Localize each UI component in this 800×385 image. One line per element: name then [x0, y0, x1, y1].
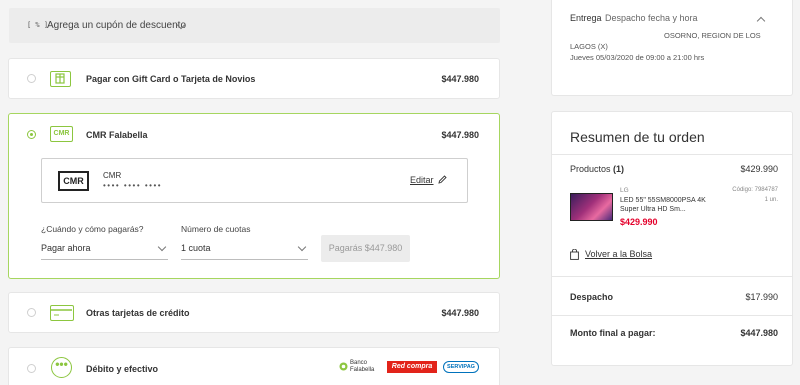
coupon-bar[interactable]: [ % ] Agrega un cupón de descuento — [9, 8, 500, 43]
product-code: Código: 7984787 — [732, 187, 778, 193]
products-label: Productos — [570, 164, 611, 174]
radio-giftcard[interactable] — [27, 74, 36, 83]
delivery-address-line1: OSORNO, REGION DE LOS — [664, 31, 761, 40]
credit-card-icon — [50, 305, 74, 321]
saved-card: CMR CMR •••• •••• •••• Editar — [41, 158, 468, 203]
servipag-logo: SERVIPAG — [443, 361, 479, 373]
banco-falabella-logo: Banco Falabella — [339, 360, 381, 376]
giftcard-price: $447.980 — [441, 74, 479, 84]
cmr-label: CMR Falabella — [86, 130, 148, 140]
bag-icon — [570, 248, 579, 262]
pay-button[interactable]: Pagarás $447.980 — [321, 235, 410, 262]
giftcard-label: Pagar con Gift Card o Tarjeta de Novios — [86, 74, 256, 84]
cmr-price: $447.980 — [441, 130, 479, 140]
delivery-card: Entrega Despacho fecha y hora OSORNO, RE… — [551, 0, 793, 96]
delivery-schedule: Jueves 05/03/2020 de 09:00 a 21:00 hrs — [570, 53, 705, 62]
coupon-label: Agrega un cupón de descuento — [47, 20, 186, 31]
radio-credit[interactable] — [27, 308, 36, 317]
summary-title: Resumen de tu orden — [570, 129, 705, 145]
divider — [552, 154, 792, 155]
chevron-down-icon — [297, 242, 307, 252]
shipping-value: $17.990 — [745, 292, 778, 302]
delivery-address-line2: LAGOS (X) — [570, 42, 608, 51]
chevron-up-icon[interactable] — [756, 16, 766, 26]
redcompra-logo: Red compra — [387, 361, 437, 373]
payment-option-cmr[interactable]: CMR CMR Falabella $447.980 CMR CMR •••• … — [8, 113, 500, 279]
shipping-label: Despacho — [570, 292, 614, 302]
divider — [552, 276, 792, 277]
final-amount-label: Monto final a pagar: — [570, 328, 656, 338]
banco-logo-text: Banco — [350, 360, 368, 366]
debit-label: Débito y efectivo — [86, 364, 159, 374]
when-label: ¿Cuándo y cómo pagarás? — [41, 224, 144, 234]
when-select-value: Pagar ahora — [41, 243, 91, 253]
product-name-line2[interactable]: Super Ultra HD Sm... — [620, 206, 686, 213]
payment-option-debit[interactable]: ••• Débito y efectivo Banco Falabella Re… — [8, 347, 500, 385]
card-name: CMR — [103, 171, 122, 180]
divider — [552, 315, 792, 316]
final-amount-value: $447.980 — [740, 328, 778, 338]
installments-select[interactable]: 1 cuota — [181, 238, 308, 260]
chevron-down-icon — [157, 242, 167, 252]
delivery-sub-label: Despacho fecha y hora — [605, 13, 698, 23]
product-qty: 1 un. — [764, 197, 778, 203]
back-to-bag-link[interactable]: Volver a la Bolsa — [585, 249, 652, 259]
falabella-logo-text: Falabella — [350, 367, 375, 373]
cash-dots-icon: ••• — [51, 357, 72, 378]
card-masked-number: •••• •••• •••• — [103, 181, 163, 190]
gift-card-icon — [50, 71, 71, 87]
product-brand: LG — [620, 187, 629, 194]
coupon-icon: [ % ] — [27, 21, 49, 29]
radio-debit[interactable] — [27, 364, 36, 373]
edit-card-link[interactable]: Editar — [410, 175, 434, 185]
radio-cmr[interactable] — [27, 130, 36, 139]
payment-option-credit[interactable]: Otras tarjetas de crédito $447.980 — [8, 292, 500, 333]
pencil-icon — [438, 175, 447, 186]
installments-select-value: 1 cuota — [181, 243, 211, 253]
product-thumbnail[interactable] — [570, 193, 613, 221]
cmr-icon: CMR — [50, 126, 73, 142]
products-total: $429.990 — [740, 164, 778, 174]
delivery-label: Entrega — [570, 13, 602, 23]
credit-price: $447.980 — [441, 308, 479, 318]
product-name-line1[interactable]: LED 55" 55SM8000PSA 4K — [620, 197, 706, 204]
when-select[interactable]: Pagar ahora — [41, 238, 168, 260]
order-summary: Resumen de tu orden Productos (1) $429.9… — [551, 111, 793, 366]
credit-label: Otras tarjetas de crédito — [86, 308, 190, 318]
installments-label: Número de cuotas — [181, 224, 251, 234]
payment-option-giftcard[interactable]: Pagar con Gift Card o Tarjeta de Novios … — [8, 58, 500, 99]
product-price: $429.990 — [620, 217, 658, 227]
products-count: (1) — [613, 164, 624, 174]
cmr-card-logo: CMR — [58, 171, 89, 191]
